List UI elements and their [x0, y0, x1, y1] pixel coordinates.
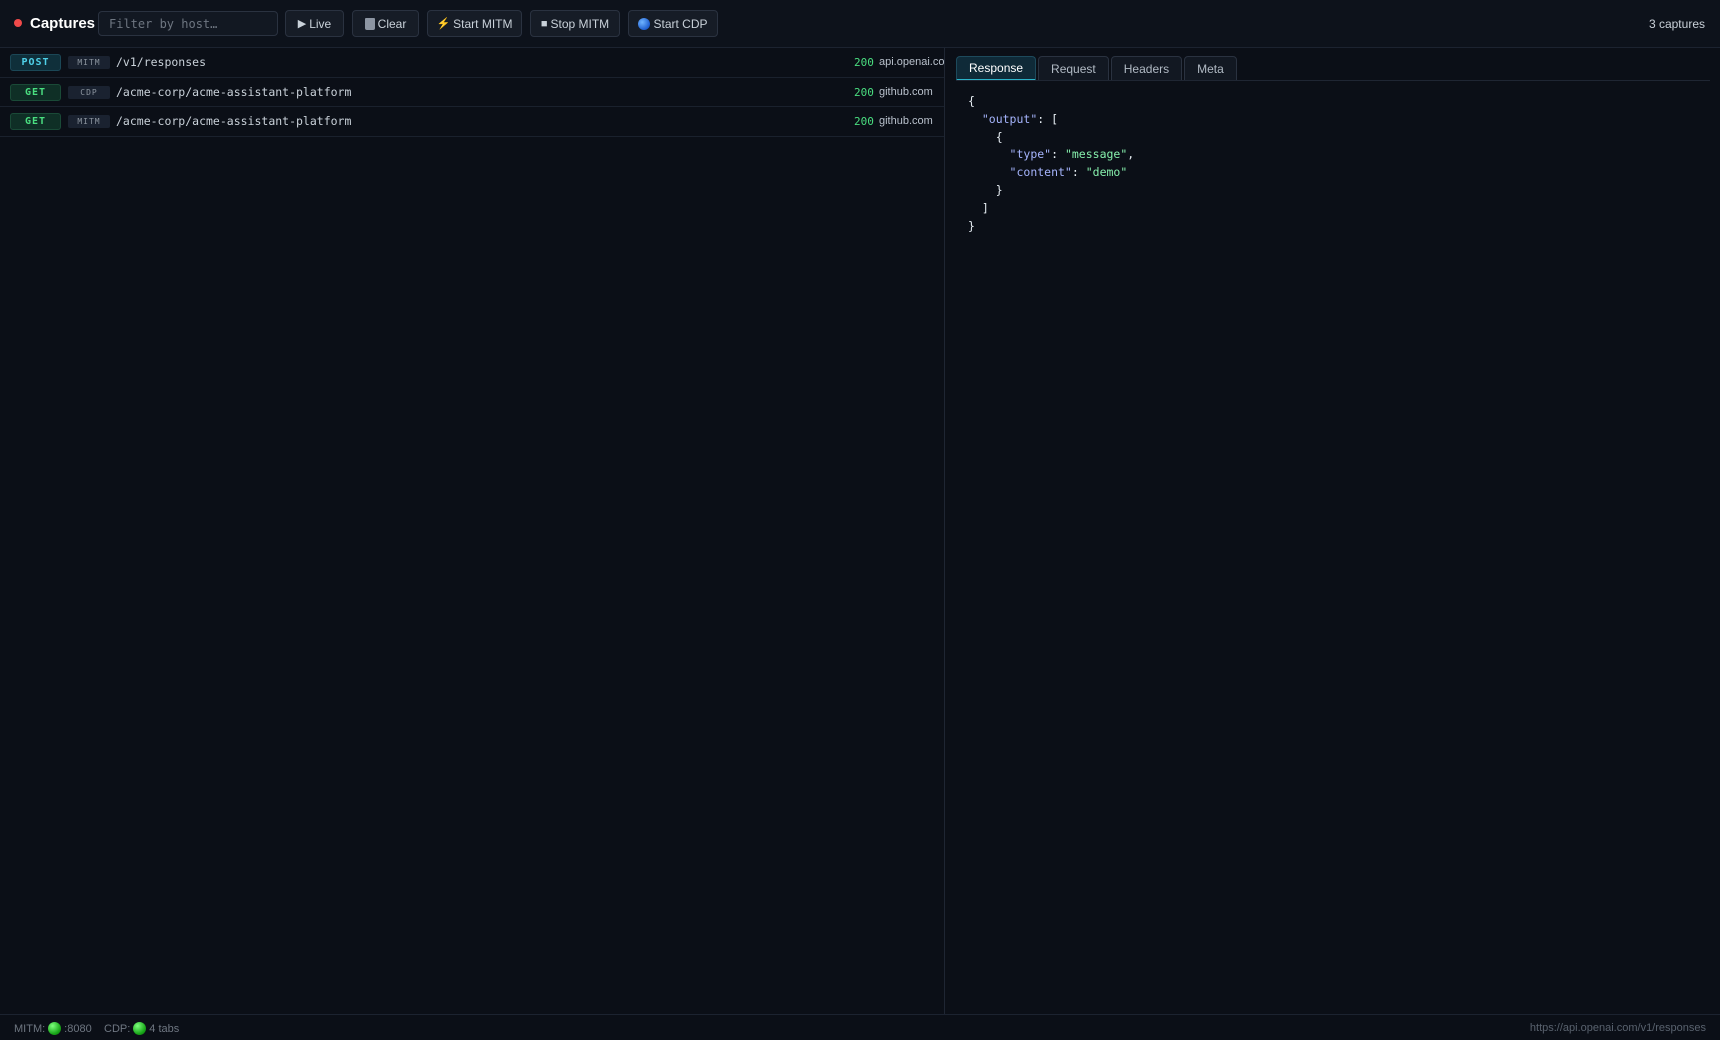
live-button[interactable]: ▶ Live	[285, 10, 344, 37]
trash-icon	[364, 17, 375, 30]
record-dot-icon	[14, 19, 22, 27]
method-badge: GET	[10, 113, 61, 130]
json-string: "demo"	[1085, 165, 1128, 180]
method-badge: GET	[10, 83, 61, 101]
globe-icon	[638, 17, 651, 30]
start-mitm-button[interactable]: ⚡ Start MITM	[427, 10, 522, 37]
json-key: "content"	[1009, 165, 1072, 180]
bolt-icon: ⚡	[436, 18, 451, 30]
start-mitm-label: Start MITM	[453, 16, 513, 31]
capture-list: POST MITM /v1/responses 200 api.openai.c…	[0, 48, 945, 1014]
toolbar: Captures ▶ Live Clear ⚡ Start MITM ■ Sto…	[0, 0, 1720, 48]
tab-response[interactable]: Response	[956, 56, 1037, 81]
cdp-tabs: 4 tabs	[149, 1022, 180, 1035]
host-filter-input[interactable]	[98, 11, 278, 36]
play-icon: ▶	[297, 18, 307, 30]
detail-pane: Response Request Headers Meta { "output"…	[946, 48, 1720, 1014]
source-badge: MITM	[68, 56, 110, 69]
clear-button[interactable]: Clear	[352, 10, 419, 37]
stop-mitm-label: Stop MITM	[550, 16, 610, 31]
mitm-status: MITM: :8080	[14, 1022, 92, 1035]
capture-row[interactable]: GET MITM /acme-corp/acme-assistant-platf…	[0, 107, 944, 137]
tab-headers[interactable]: Headers	[1110, 56, 1183, 81]
json-key: "type"	[1009, 147, 1052, 162]
cdp-status: CDP: 4 tabs	[104, 1022, 179, 1035]
stop-icon: ■	[540, 17, 548, 30]
stop-mitm-button[interactable]: ■ Stop MITM	[530, 10, 620, 37]
cdp-label: CDP:	[104, 1022, 131, 1035]
method-badge: POST	[10, 54, 61, 71]
request-host: github.com	[879, 115, 933, 127]
status-code: 200	[854, 85, 874, 99]
tabs-divider	[956, 80, 1710, 81]
detail-tabs: Response Request Headers Meta	[956, 56, 1237, 82]
start-cdp-button[interactable]: Start CDP	[628, 10, 718, 37]
mitm-status-icon	[48, 1022, 62, 1035]
tab-meta[interactable]: Meta	[1184, 56, 1237, 81]
tab-request[interactable]: Request	[1038, 56, 1109, 81]
mitm-label: MITM:	[14, 1022, 46, 1035]
request-path: /v1/responses	[116, 55, 207, 69]
clear-label: Clear	[377, 16, 407, 31]
source-badge: MITM	[68, 115, 110, 128]
start-cdp-label: Start CDP	[653, 16, 708, 31]
json-string: "message"	[1064, 147, 1128, 162]
status-code: 200	[854, 115, 874, 128]
status-bar: MITM: :8080 CDP: 4 tabs https://api.open…	[0, 1014, 1720, 1040]
request-path: /acme-corp/acme-assistant-platform	[116, 114, 352, 128]
json-key: "output"	[981, 111, 1038, 126]
mitm-port: :8080	[64, 1022, 92, 1035]
request-host: api.openai.com	[879, 56, 945, 68]
cdp-status-icon	[133, 1022, 147, 1035]
live-label: Live	[309, 16, 332, 31]
selected-url: https://api.openai.com/v1/responses	[1529, 1022, 1706, 1034]
capture-count: 3 captures	[1648, 17, 1705, 31]
request-host: github.com	[879, 85, 933, 98]
source-badge: CDP	[68, 85, 110, 99]
request-path: /acme-corp/acme-assistant-platform	[116, 84, 352, 99]
response-body: { "output": [ { "type": "message", "cont…	[968, 94, 1135, 233]
capture-row[interactable]: GET CDP /acme-corp/acme-assistant-platfo…	[0, 78, 944, 107]
capture-row[interactable]: POST MITM /v1/responses 200 api.openai.c…	[0, 48, 945, 78]
status-code: 200	[854, 56, 874, 69]
page-title: Captures	[30, 15, 96, 32]
